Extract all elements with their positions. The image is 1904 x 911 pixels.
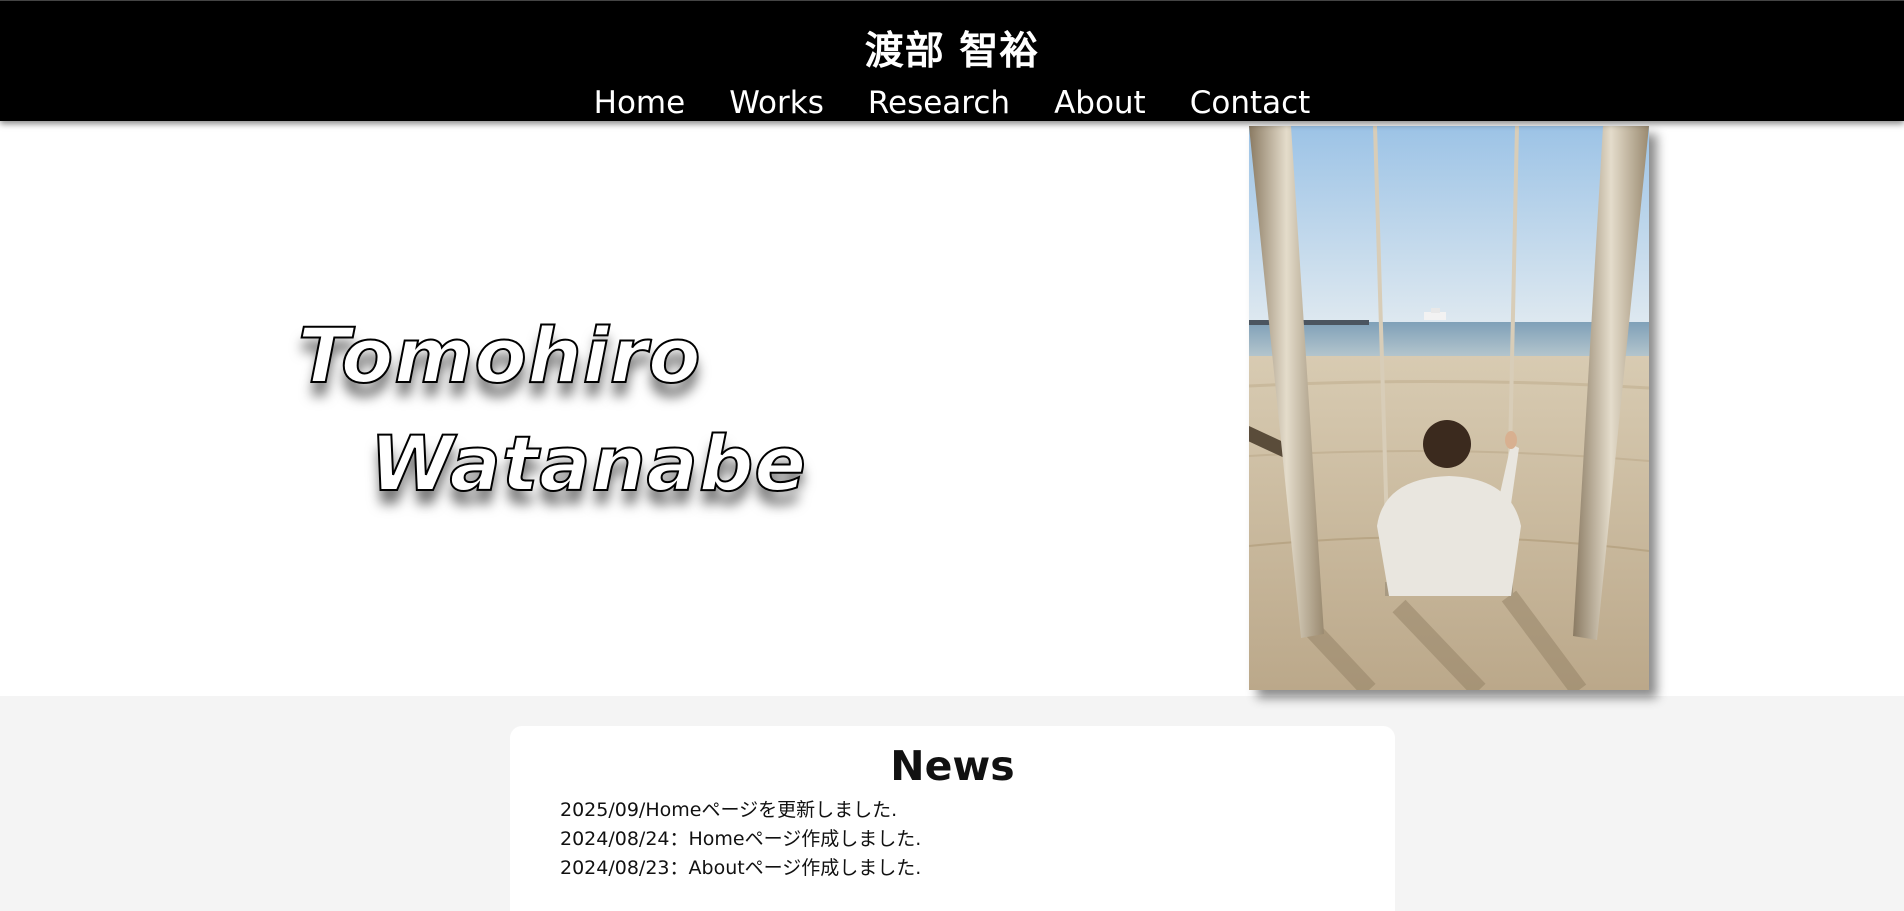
hero-name-first: Tomohiro xyxy=(297,310,702,401)
hero-name-last: Watanabe xyxy=(369,418,807,509)
nav-research[interactable]: Research xyxy=(868,83,1010,123)
profile-photo xyxy=(1249,126,1649,690)
nav-home[interactable]: Home xyxy=(594,83,686,123)
main-nav: Home Works Research About Contact xyxy=(0,83,1904,123)
news-title: News xyxy=(890,742,1015,790)
nav-about[interactable]: About xyxy=(1054,83,1146,123)
news-item: 2025/09/Homeページを更新しました. xyxy=(560,799,898,821)
nav-works[interactable]: Works xyxy=(729,83,824,123)
news-item: 2024/08/24：Homeページ作成しました. xyxy=(560,828,922,850)
nav-contact[interactable]: Contact xyxy=(1190,83,1311,123)
site-header: 渡部 智裕 Home Works Research About Contact xyxy=(0,0,1904,121)
news-list: 2025/09/Homeページを更新しました. 2024/08/24：Homeペ… xyxy=(560,796,921,883)
news-item: 2024/08/23：Aboutページ作成しました. xyxy=(560,857,922,879)
site-title: 渡部 智裕 xyxy=(864,29,1040,74)
news-card: News 2025/09/Homeページを更新しました. 2024/08/24：… xyxy=(510,726,1395,911)
